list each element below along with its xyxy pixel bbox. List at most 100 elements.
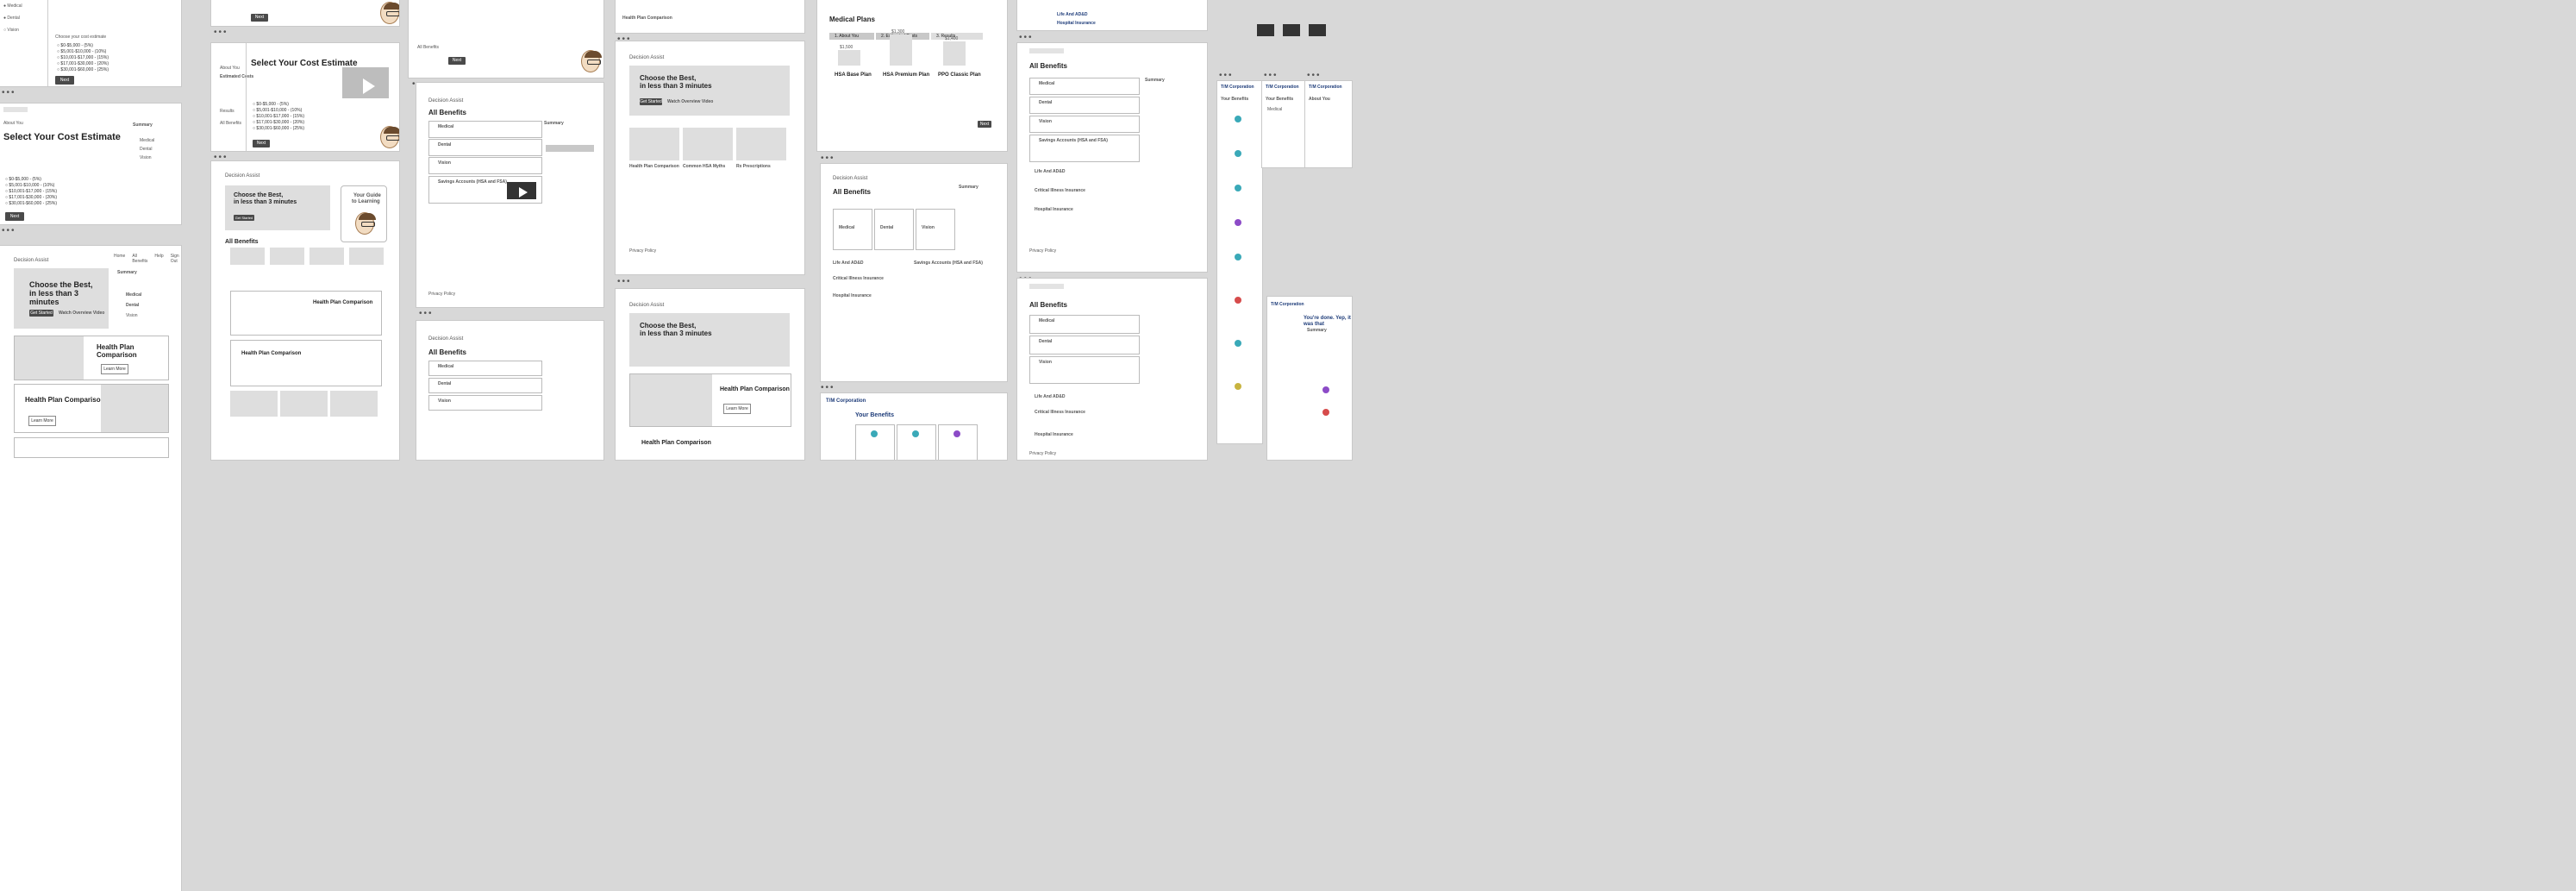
benefit-life[interactable]: Life And AD&D <box>1035 394 1065 400</box>
hero-title-2: in less than 3 minutes <box>29 289 79 306</box>
benefit-medical[interactable]: Medical <box>839 225 854 231</box>
estimate-option[interactable]: $0-$5,000 - (5%) <box>253 102 289 107</box>
step-estimated-costs[interactable]: Estimated Costs <box>220 74 253 80</box>
estimate-option[interactable]: $5,001-$10,000 - (10%) <box>253 108 302 113</box>
benefit-medical[interactable]: Medical <box>1267 107 1282 113</box>
estimate-option[interactable]: $0-$5,000 - (5%) <box>57 43 93 48</box>
hero: Choose the Best, in less than 3 minutes … <box>629 66 790 116</box>
benefit-savings[interactable]: Savings Accounts (HSA and FSA) <box>914 260 983 267</box>
benefit-dental[interactable]: Dental <box>438 142 451 148</box>
privacy-link[interactable]: Privacy Policy <box>1029 248 1056 254</box>
article-title[interactable]: Common HSA Myths <box>683 164 725 170</box>
benefit-savings[interactable]: Savings Accounts (HSA and FSA) <box>438 179 507 185</box>
sidebar-vision[interactable]: ○ Vision <box>3 28 19 34</box>
benefit-dental[interactable]: Dental <box>438 381 451 387</box>
get-started-button[interactable]: Get Started <box>640 98 662 105</box>
estimate-option[interactable]: $30,001-$60,000 - (25%) <box>253 126 304 131</box>
estimate-option[interactable]: $17,001-$30,000 - (20%) <box>57 61 109 66</box>
nav-help[interactable]: Help <box>154 254 163 264</box>
guide-avatar <box>380 126 399 148</box>
nav-all-benefits[interactable]: All Benefits <box>132 254 147 264</box>
hero-title-2: in less than 3 minutes <box>234 199 297 205</box>
nav-home[interactable]: Home <box>114 254 125 264</box>
benefit-vision[interactable]: Vision <box>438 160 451 166</box>
benefit-life[interactable]: Life And AD&D <box>1057 12 1087 18</box>
panel-all-benefits-2: Decision Assist All Benefits Medical Den… <box>416 321 603 460</box>
benefit-hospital[interactable]: Hospital Insurance <box>1035 207 1073 213</box>
plan-name: PPO Classic Plan <box>938 72 981 78</box>
estimate-option[interactable]: $10,001-$17,000 - (15%) <box>5 189 57 194</box>
benefit-dental[interactable]: Dental <box>1039 100 1052 106</box>
benefit-medical[interactable]: Medical <box>1039 81 1054 87</box>
estimate-option[interactable]: $10,001-$17,000 - (15%) <box>253 114 304 119</box>
hpc-title: Health Plan Comparison <box>25 396 105 404</box>
step-about-you[interactable]: About You <box>220 66 240 72</box>
sidebar-medical[interactable]: ● Medical <box>3 3 22 9</box>
benefit-dental[interactable]: Dental <box>880 225 893 231</box>
summary-dental: Dental <box>126 303 140 308</box>
benefit-vision[interactable]: Vision <box>438 398 451 405</box>
panel-cost-estimate-top: ● Medical ● Dental ○ Vision Choose your … <box>0 0 181 86</box>
mobile-title: Your Benefits <box>1266 97 1294 102</box>
step-all-benefits[interactable]: All Benefits <box>417 45 439 51</box>
benefit-hospital[interactable]: Hospital Insurance <box>1057 21 1096 27</box>
next-button[interactable]: Next <box>251 14 268 22</box>
learn-more-button[interactable]: Learn More <box>101 364 128 374</box>
benefit-vision[interactable]: Vision <box>1039 360 1052 366</box>
panel-select-cost-estimate: About You Select Your Cost Estimate $0-$… <box>0 104 181 224</box>
video-player[interactable] <box>342 67 389 98</box>
benefit-hospital[interactable]: Hospital Insurance <box>833 293 872 299</box>
benefit-hospital[interactable]: Hospital Insurance <box>1035 432 1073 438</box>
nav-sign-out[interactable]: Sign Out <box>171 254 181 264</box>
benefit-vision[interactable]: Vision <box>922 225 935 231</box>
video-thumbnail[interactable] <box>507 182 536 199</box>
sidebar-dental[interactable]: ● Dental <box>3 16 20 22</box>
tab-about-you[interactable]: 1. About You <box>835 34 859 40</box>
estimate-option[interactable]: $30,001-$60,000 - (25%) <box>5 201 57 206</box>
benefit-life[interactable]: Life And AD&D <box>1035 169 1065 175</box>
estimate-option[interactable]: $30,001-$60,000 - (25%) <box>57 67 109 72</box>
get-started-button[interactable]: Get Started <box>234 215 254 221</box>
next-button[interactable]: Next <box>978 121 991 128</box>
privacy-link[interactable]: Privacy Policy <box>629 248 656 254</box>
privacy-link[interactable]: Privacy Policy <box>1029 451 1056 457</box>
next-button[interactable]: Next <box>55 76 74 85</box>
page-title: Select Your Cost Estimate <box>3 132 121 142</box>
benefit-medical[interactable]: Medical <box>438 124 453 130</box>
next-button[interactable]: Next <box>253 140 270 147</box>
done-title: You're done. Yep, it was that <box>1304 316 1351 327</box>
benefit-life[interactable]: Life And AD&D <box>833 260 863 267</box>
panel-estimated-costs: About You Estimated Costs Results All Be… <box>211 43 399 151</box>
panel-all-benefits-carousel: Decision Assist Choose the Best, in less… <box>211 161 399 460</box>
choose-estimate-label: Choose your cost estimate <box>55 35 107 40</box>
estimate-option[interactable]: $17,001-$30,000 - (20%) <box>253 120 304 125</box>
learn-more-button[interactable]: Learn More <box>723 404 751 414</box>
benefit-savings[interactable]: Savings Accounts (HSA and FSA) <box>1039 138 1108 144</box>
benefit-dental[interactable]: Dental <box>1039 339 1052 345</box>
step-results[interactable]: Results <box>220 109 234 115</box>
benefit-critical[interactable]: Critical Illness Insurance <box>1035 410 1085 416</box>
benefit-critical[interactable]: Critical Illness Insurance <box>833 276 884 282</box>
learn-more-button[interactable]: Learn More <box>28 416 56 426</box>
step-all-benefits[interactable]: All Benefits <box>220 121 241 127</box>
watch-video-link[interactable]: Watch Overview Video <box>667 99 713 105</box>
estimate-option[interactable]: $10,001-$17,000 - (15%) <box>57 55 109 60</box>
next-button[interactable]: Next <box>5 212 24 221</box>
estimate-option[interactable]: $17,001-$30,000 - (20%) <box>5 195 57 200</box>
benefit-medical[interactable]: Medical <box>1039 318 1054 324</box>
estimate-option[interactable]: $0-$5,000 - (5%) <box>5 177 41 182</box>
article-title[interactable]: Health Plan Comparison <box>629 164 679 170</box>
privacy-link[interactable]: Privacy Policy <box>428 292 455 298</box>
estimate-option[interactable]: $5,001-$10,000 - (10%) <box>5 183 54 188</box>
benefit-critical[interactable]: Critical Illness Insurance <box>1035 188 1085 194</box>
article-title[interactable]: Rx Prescriptions <box>736 164 771 170</box>
next-button[interactable]: Next <box>448 57 466 65</box>
guide-title: Your Guide <box>353 193 381 198</box>
app-title: Decision Assist <box>428 336 464 342</box>
hero-title: Choose the Best, <box>29 280 93 289</box>
benefit-vision[interactable]: Vision <box>1039 119 1052 125</box>
estimate-option[interactable]: $5,001-$10,000 - (10%) <box>57 49 106 54</box>
watch-video-link[interactable]: Watch Overview Video <box>59 311 104 317</box>
get-started-button[interactable]: Get Started <box>29 310 53 317</box>
benefit-medical[interactable]: Medical <box>438 364 453 370</box>
